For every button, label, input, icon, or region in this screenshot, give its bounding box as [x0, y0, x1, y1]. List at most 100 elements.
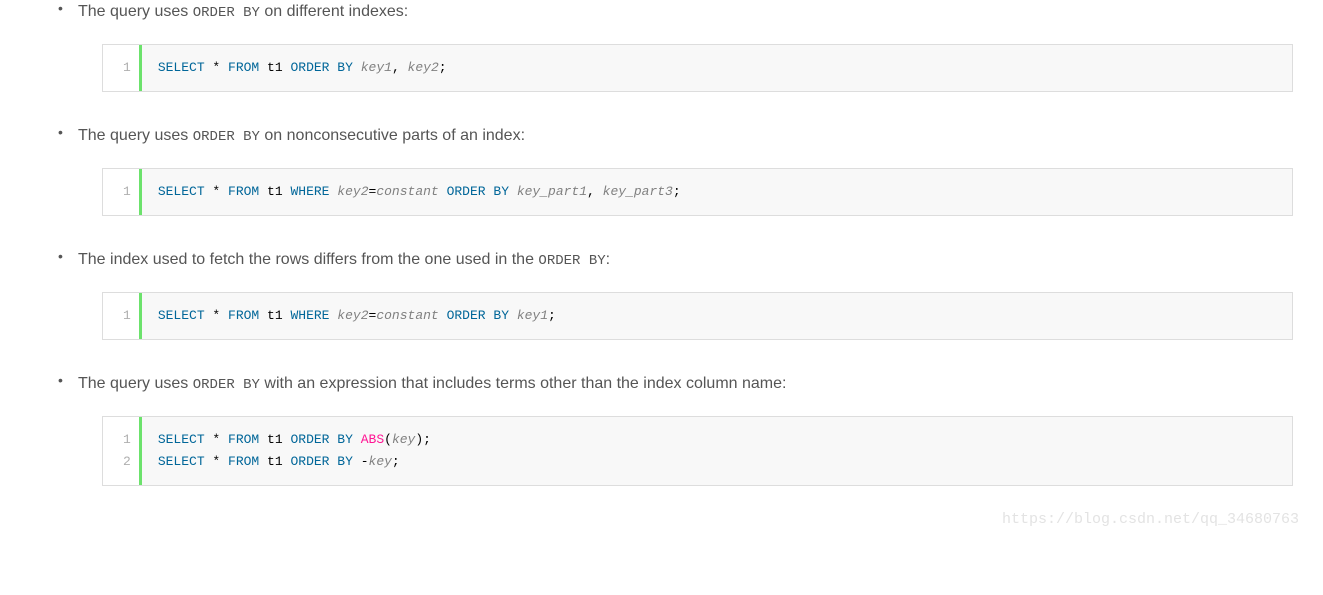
code-token: ;	[439, 60, 447, 75]
text-post: :	[606, 251, 610, 268]
code-line: SELECT * FROM t1 ORDER BY key1, key2;	[158, 57, 1276, 79]
code-token: -	[353, 454, 369, 469]
code-gutter: 1	[103, 169, 142, 215]
code-token: t1	[259, 454, 290, 469]
text-pre: The index used to fetch the rows differs…	[78, 251, 538, 268]
code-token: BY	[493, 184, 509, 199]
code-token: SELECT	[158, 454, 205, 469]
code-block: 1 SELECT * FROM t1 ORDER BY key1, key2;	[102, 44, 1293, 92]
code-token: ;	[673, 184, 681, 199]
code-token: SELECT	[158, 432, 205, 447]
code-token	[353, 432, 361, 447]
code-token: SELECT	[158, 60, 205, 75]
bullet-text: The query uses ORDER BY on nonconsecutiv…	[78, 124, 1293, 148]
code-token: WHERE	[290, 184, 329, 199]
code-token: ABS	[361, 432, 384, 447]
code-token: FROM	[228, 308, 259, 323]
code-token: *	[205, 184, 228, 199]
code-token: (	[384, 432, 392, 447]
bullet-text: The index used to fetch the rows differs…	[78, 248, 1293, 272]
code-gutter: 1	[103, 45, 142, 91]
code-token: constant	[376, 184, 438, 199]
code-token: WHERE	[290, 308, 329, 323]
code-token: key_part3	[603, 184, 673, 199]
code-token: BY	[337, 432, 353, 447]
code-token: BY	[493, 308, 509, 323]
code-token: *	[205, 60, 228, 75]
code-token: BY	[337, 454, 353, 469]
code-token: *	[205, 454, 228, 469]
code-token: SELECT	[158, 184, 205, 199]
line-number: 1	[123, 181, 131, 203]
code-token: ORDER	[447, 308, 486, 323]
list-item: The index used to fetch the rows differs…	[50, 248, 1293, 340]
code-token: ;	[392, 454, 400, 469]
code-block: 12SELECT * FROM t1 ORDER BY ABS(key);SEL…	[102, 416, 1293, 486]
code-token: key_part1	[517, 184, 587, 199]
code-token: ORDER	[290, 432, 329, 447]
code-token: FROM	[228, 60, 259, 75]
code-block: 1 SELECT * FROM t1 WHERE key2=constant OR…	[102, 292, 1293, 340]
code-content[interactable]: SELECT * FROM t1 WHERE key2=constant ORD…	[142, 293, 1292, 339]
code-token: key2	[408, 60, 439, 75]
line-number: 1	[123, 429, 131, 451]
code-token: constant	[376, 308, 438, 323]
text-pre: The query uses	[78, 127, 193, 144]
code-token	[439, 184, 447, 199]
code-token: FROM	[228, 454, 259, 469]
code-token: *	[205, 308, 228, 323]
code-line: SELECT * FROM t1 WHERE key2=constant ORD…	[158, 305, 1276, 327]
code-token: ORDER	[447, 184, 486, 199]
code-gutter: 1	[103, 293, 142, 339]
code-token	[439, 308, 447, 323]
code-token: FROM	[228, 184, 259, 199]
code-token: *	[205, 432, 228, 447]
code-line: SELECT * FROM t1 ORDER BY -key;	[158, 451, 1276, 473]
code-token: SELECT	[158, 308, 205, 323]
code-token: FROM	[228, 432, 259, 447]
list-item: The query uses ORDER BY on different ind…	[50, 0, 1293, 92]
code-content[interactable]: SELECT * FROM t1 ORDER BY key1, key2;	[142, 45, 1292, 91]
code-token: t1	[259, 308, 290, 323]
code-token: key2	[337, 184, 368, 199]
code-token: key1	[517, 308, 548, 323]
code-content[interactable]: SELECT * FROM t1 ORDER BY ABS(key);SELEC…	[142, 417, 1292, 485]
list-item: The query uses ORDER BY on nonconsecutiv…	[50, 124, 1293, 216]
code-token: key	[392, 432, 415, 447]
code-token	[509, 308, 517, 323]
code-token	[509, 184, 517, 199]
code-token: t1	[259, 432, 290, 447]
text-pre: The query uses	[78, 375, 193, 392]
code-content[interactable]: SELECT * FROM t1 WHERE key2=constant ORD…	[142, 169, 1292, 215]
code-token: ;	[548, 308, 556, 323]
text-post: on different indexes:	[260, 3, 408, 20]
bullet-text: The query uses ORDER BY with an expressi…	[78, 372, 1293, 396]
code-block: 1 SELECT * FROM t1 WHERE key2=constant OR…	[102, 168, 1293, 216]
code-token: key2	[337, 308, 368, 323]
text-pre: The query uses	[78, 3, 193, 20]
line-number: 1	[123, 57, 131, 79]
inline-code: ORDER BY	[538, 253, 605, 269]
code-token: key	[369, 454, 392, 469]
watermark-text: https://blog.csdn.net/qq_34680763	[1002, 511, 1299, 528]
line-number: 2	[123, 451, 131, 473]
code-token: ,	[587, 184, 603, 199]
inline-code: ORDER BY	[193, 377, 260, 393]
code-token: t1	[259, 184, 290, 199]
line-number: 1	[123, 305, 131, 327]
code-line: SELECT * FROM t1 WHERE key2=constant ORD…	[158, 181, 1276, 203]
code-token: BY	[337, 60, 353, 75]
inline-code: ORDER BY	[193, 129, 260, 145]
code-token: );	[415, 432, 431, 447]
code-line: SELECT * FROM t1 ORDER BY ABS(key);	[158, 429, 1276, 451]
code-token: ORDER	[290, 60, 329, 75]
bullet-text: The query uses ORDER BY on different ind…	[78, 0, 1293, 24]
code-token: ,	[392, 60, 408, 75]
code-gutter: 12	[103, 417, 142, 485]
text-post: on nonconsecutive parts of an index:	[260, 127, 525, 144]
code-token	[353, 60, 361, 75]
bullet-list: The query uses ORDER BY on different ind…	[50, 0, 1293, 486]
code-token: ORDER	[290, 454, 329, 469]
code-token: key1	[361, 60, 392, 75]
text-post: with an expression that includes terms o…	[260, 375, 787, 392]
